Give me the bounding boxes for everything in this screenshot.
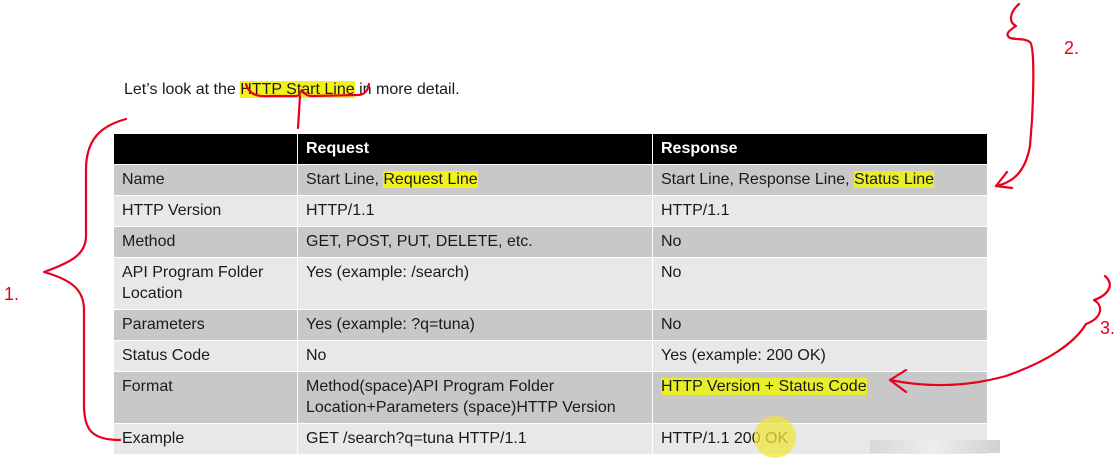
left-brace — [42, 117, 128, 442]
right-bottom-arrow — [888, 274, 1111, 386]
bracket-under-highlight — [244, 82, 371, 98]
mark-1: 1. — [4, 284, 19, 304]
mark-2: 2. — [1064, 38, 1079, 58]
mark-3: 3. — [1100, 318, 1115, 338]
pointer-line — [296, 94, 302, 130]
ink-annotations: 1. 2. 3. — [4, 2, 1115, 442]
right-top-arrow — [994, 2, 1035, 188]
